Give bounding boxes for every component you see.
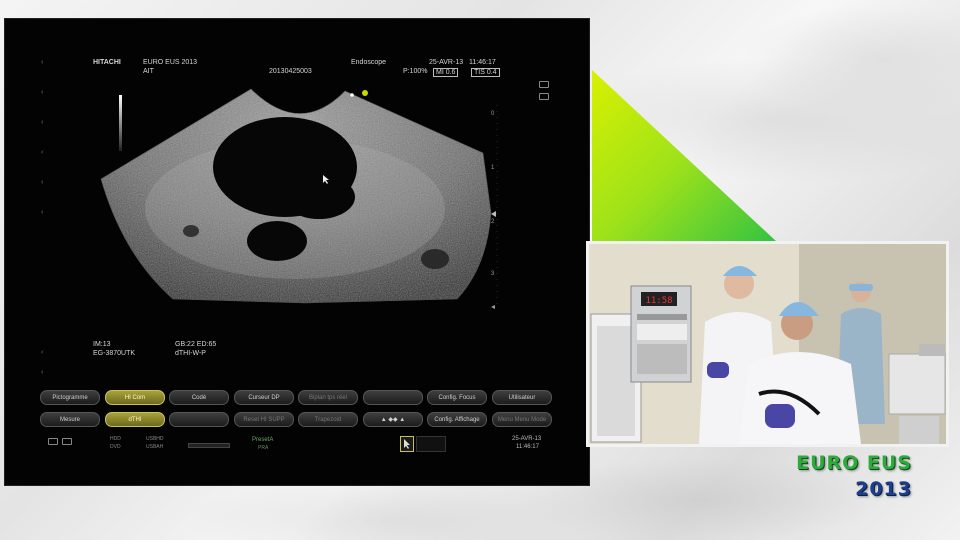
trapezoid-button[interactable]: Trapezoid (298, 412, 358, 427)
procedure-video: 11:58 (586, 241, 949, 447)
usbah-label: USBAH (146, 444, 164, 450)
utilisateur-button[interactable]: Utilisateur (492, 390, 552, 405)
reset-hi-supp-button[interactable]: Reset HI SUPP (234, 412, 294, 427)
cursor-select-button[interactable] (400, 436, 414, 452)
logo-line-1: EURO EUS (796, 452, 912, 474)
curseur-dp-button[interactable]: Curseur DP (234, 390, 294, 405)
arrow-pointer-icon (404, 439, 410, 449)
depth-tick-label: 3 (491, 271, 495, 277)
orientation-marker-icon (362, 90, 368, 96)
euro-eus-logo: EURO EUS 2013 (796, 454, 912, 499)
code-button[interactable]: Codé (169, 390, 229, 405)
preset-sub: PRA (258, 445, 269, 451)
gain-readout: GB:22 ED:65 (175, 341, 217, 348)
config-focus-button[interactable]: Config. Focus (427, 390, 487, 405)
mesure-button[interactable]: Mesure (40, 412, 100, 427)
usbhd-label: USBHD (146, 436, 164, 442)
depth-tick-label: 2 (491, 219, 495, 225)
dvd-label: DVD (110, 444, 121, 450)
status-bar: HDD DVD USBHD USBAH PresetA PRA 25-AVR-1… (38, 434, 548, 454)
hi-com-button[interactable]: HI Com (105, 390, 165, 405)
pictogramme-button[interactable]: Pictogramme (40, 390, 100, 405)
dthi-button[interactable]: dTHI (105, 412, 165, 427)
hdd-label: HDD (110, 436, 121, 442)
status-date: 25-AVR-13 (512, 436, 542, 442)
status-time: 11:46:17 (516, 444, 539, 450)
storage-bar (188, 443, 230, 448)
depth-tick-label: 0 (491, 111, 495, 117)
network-icon (62, 438, 72, 445)
thumbnail-slot[interactable] (416, 436, 446, 452)
probe-model: EG-3870UTK (93, 350, 136, 357)
focus-marker-icon (491, 211, 496, 217)
wall-clock: 11:58 (645, 296, 672, 306)
image-index: IM:13 (93, 341, 111, 348)
cyst-small (247, 221, 307, 261)
blank-button-2[interactable] (169, 412, 229, 427)
depth-tick-label: 1 (491, 165, 495, 171)
preset-label: PresetA (252, 437, 274, 443)
video-scene: 11:58 (589, 244, 946, 444)
focus-arrows-button[interactable]: ▲ ◆◆ ▲ (363, 412, 423, 427)
logo-line-2: 2013 (855, 478, 912, 500)
config-affichage-button[interactable]: Config. Affichage (427, 412, 487, 427)
media-icon (48, 438, 58, 445)
biplan-button[interactable]: Biplan tps réel (298, 390, 358, 405)
menu-mode-button[interactable]: Menu Menu Mode (492, 412, 552, 427)
blank-button[interactable] (363, 390, 423, 405)
preset-mode: dTHI-W-P (175, 350, 206, 357)
